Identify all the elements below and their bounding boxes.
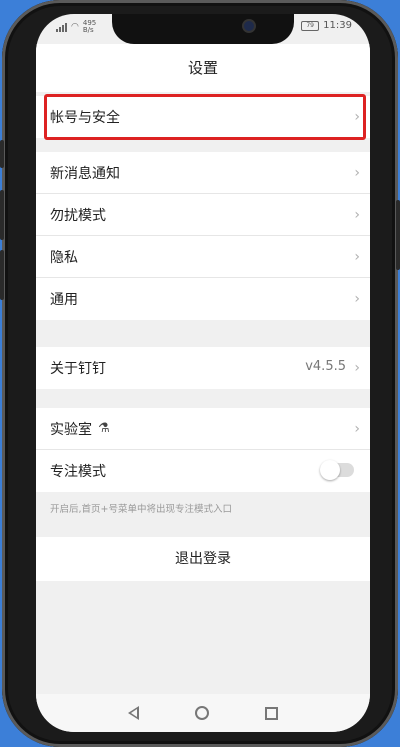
wifi-icon: ◠ <box>71 22 79 32</box>
version-value: v4.5.5 <box>305 359 346 374</box>
system-nav-bar <box>36 694 370 732</box>
menu-item-lab[interactable]: 实验室 ⚗ › <box>36 408 370 450</box>
logout-label: 退出登录 <box>175 551 231 567</box>
menu-item-general[interactable]: 通用 › <box>36 278 370 320</box>
menu-item-label: 新消息通知 <box>50 165 120 182</box>
menu-item-about[interactable]: 关于钉钉 v4.5.5 › <box>36 347 370 389</box>
phone-frame: ◠ 495 B/s 79 11:39 设置 帐号与安全 › 新消息通知 › 勿扰… <box>0 0 400 747</box>
notch <box>112 14 294 44</box>
toggle-knob <box>320 460 340 480</box>
menu-item-label: 关于钉钉 <box>50 361 106 377</box>
status-left: ◠ 495 B/s <box>56 20 96 34</box>
status-right: 79 11:39 <box>301 20 352 31</box>
battery-level: 79 <box>306 21 314 29</box>
home-icon[interactable] <box>195 706 209 720</box>
front-camera <box>244 21 254 31</box>
chevron-right-icon: › <box>354 421 360 437</box>
menu-item-label: 隐私 <box>50 249 78 266</box>
flask-icon: ⚗ <box>98 421 110 436</box>
signal-icon <box>56 22 67 32</box>
chevron-right-icon: › <box>354 291 360 307</box>
status-time: 11:39 <box>323 20 352 31</box>
menu-item-label: 通用 <box>50 292 78 308</box>
page-title: 设置 <box>187 59 218 77</box>
group-lab: 实验室 ⚗ › 专注模式 <box>36 408 370 492</box>
power-button <box>396 200 400 270</box>
screen: ◠ 495 B/s 79 11:39 设置 帐号与安全 › 新消息通知 › 勿扰… <box>36 14 370 732</box>
menu-item-privacy[interactable]: 隐私 › <box>36 236 370 278</box>
silent-switch <box>0 140 4 168</box>
volume-up-button <box>0 190 4 240</box>
chevron-right-icon: › <box>354 165 360 181</box>
menu-item-focus-mode: 专注模式 <box>36 450 370 492</box>
menu-item-label: 专注模式 <box>50 464 106 480</box>
chevron-right-icon: › <box>354 207 360 223</box>
focus-mode-hint: 开启后,首页+号菜单中将出现专注模式入口 <box>50 504 232 515</box>
back-icon[interactable] <box>128 706 139 720</box>
menu-item-label: 实验室 <box>50 421 92 438</box>
chevron-right-icon: › <box>354 360 360 376</box>
focus-mode-toggle[interactable] <box>320 460 354 480</box>
group-about: 关于钉钉 v4.5.5 › <box>36 347 370 389</box>
logout-button[interactable]: 退出登录 <box>36 537 370 581</box>
page-header: 设置 <box>36 44 370 92</box>
menu-item-label: 勿扰模式 <box>50 207 106 224</box>
network-speed: 495 B/s <box>82 19 97 34</box>
menu-item-do-not-disturb[interactable]: 勿扰模式 › <box>36 194 370 236</box>
recent-apps-icon[interactable] <box>265 706 278 720</box>
chevron-right-icon: › <box>354 249 360 265</box>
group-general: 新消息通知 › 勿扰模式 › 隐私 › 通用 › <box>36 152 370 320</box>
battery-icon: 79 <box>301 20 320 31</box>
highlight-box <box>44 94 366 140</box>
volume-down-button <box>0 250 4 300</box>
menu-item-notifications[interactable]: 新消息通知 › <box>36 152 370 194</box>
